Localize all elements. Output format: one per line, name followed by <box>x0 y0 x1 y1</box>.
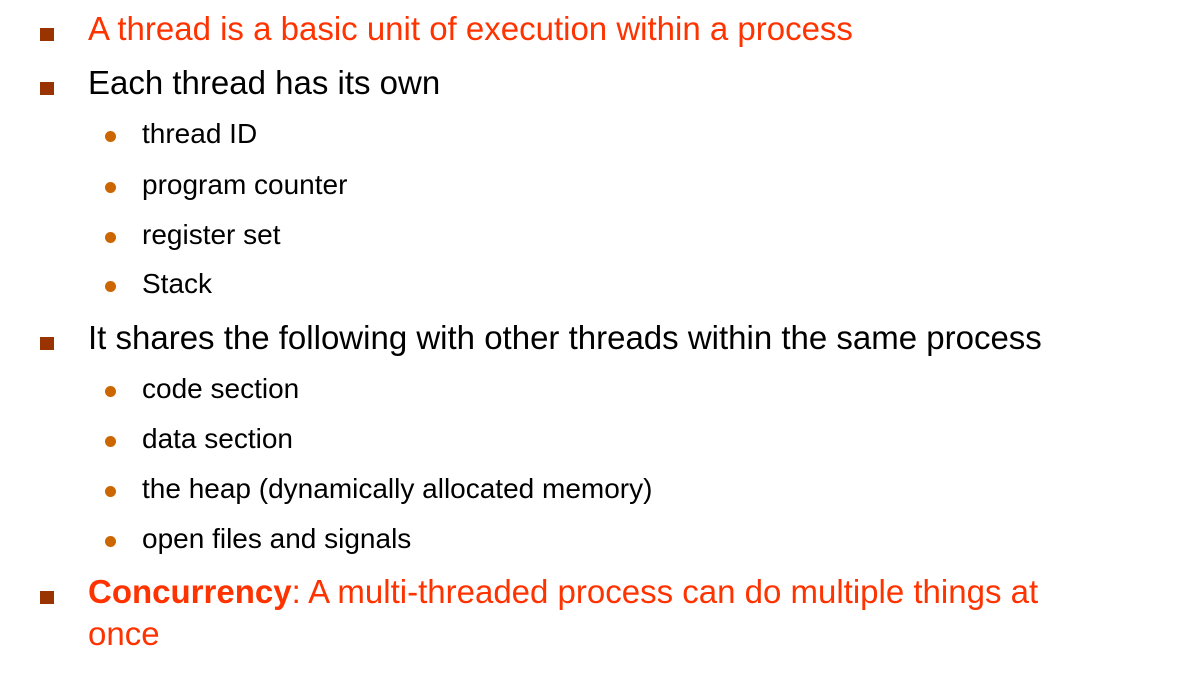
sub-bullet-text: code section <box>142 373 300 404</box>
sub-bullet-open-files: open files and signals <box>0 522 1185 556</box>
sub-bullet-stack: Stack <box>0 267 1185 301</box>
bullet-shares: It shares the following with other threa… <box>0 317 1185 359</box>
bullet-definition-text: A thread is a basic unit of execution wi… <box>88 10 853 47</box>
square-bullet-icon <box>40 82 54 95</box>
bullet-concurrency-line2: once <box>88 615 160 652</box>
bullet-shares-text: It shares the following with other threa… <box>88 319 1042 356</box>
bullet-concurrency: Concurrency: A multi-threaded process ca… <box>0 571 1185 655</box>
square-bullet-icon <box>40 591 54 604</box>
sub-bullet-text: thread ID <box>142 118 258 149</box>
sub-bullet-text: the heap (dynamically allocated memory) <box>142 473 653 504</box>
bullet-concurrency-line1: Concurrency: A multi-threaded process ca… <box>88 571 1038 613</box>
concurrency-description: : A multi-threaded process can do multip… <box>291 573 1039 610</box>
sub-bullet-text: open files and signals <box>142 523 412 554</box>
slide: A thread is a basic unit of execution wi… <box>0 0 1185 674</box>
sub-bullet-thread-id: thread ID <box>0 117 1185 151</box>
sub-bullet-text: Stack <box>142 268 213 299</box>
square-bullet-icon <box>40 337 54 350</box>
sub-bullet-text: program counter <box>142 169 348 200</box>
round-bullet-icon <box>105 131 116 142</box>
bullet-own: Each thread has its own <box>0 62 1185 104</box>
round-bullet-icon <box>105 232 116 243</box>
round-bullet-icon <box>105 486 116 497</box>
sub-bullet-heap: the heap (dynamically allocated memory) <box>0 472 1185 506</box>
round-bullet-icon <box>105 281 116 292</box>
sub-bullet-program-counter: program counter <box>0 168 1185 202</box>
sub-bullet-text: data section <box>142 423 293 454</box>
round-bullet-icon <box>105 386 116 397</box>
round-bullet-icon <box>105 436 116 447</box>
round-bullet-icon <box>105 182 116 193</box>
bullet-own-text: Each thread has its own <box>88 64 441 101</box>
concurrency-term: Concurrency <box>88 573 292 610</box>
square-bullet-icon <box>40 28 54 41</box>
sub-bullet-data-section: data section <box>0 422 1185 456</box>
bullet-definition: A thread is a basic unit of execution wi… <box>0 8 1185 50</box>
round-bullet-icon <box>105 536 116 547</box>
sub-bullet-register-set: register set <box>0 218 1185 252</box>
sub-bullet-text: register set <box>142 219 281 250</box>
sub-bullet-code-section: code section <box>0 372 1185 406</box>
